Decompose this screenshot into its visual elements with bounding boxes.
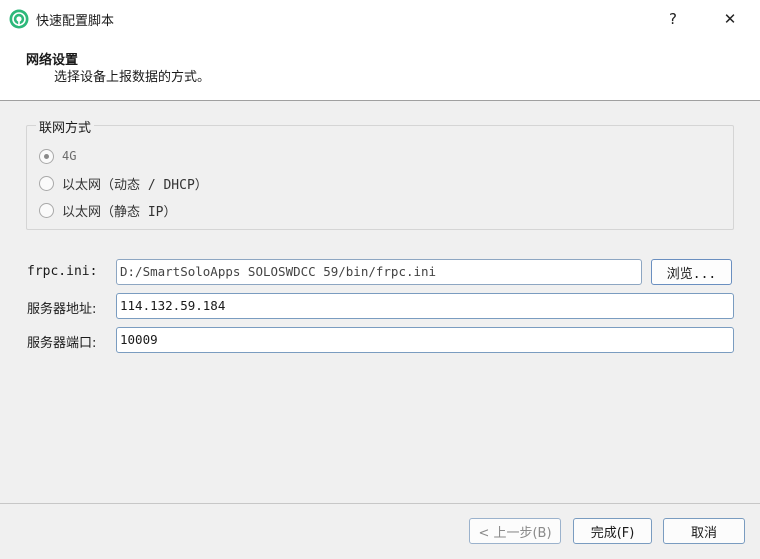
radio-unchecked-icon[interactable] — [39, 175, 54, 191]
page-header: 网络设置 选择设备上报数据的方式。 — [0, 38, 760, 101]
server-address-input[interactable]: 114.132.59.184 — [116, 293, 734, 319]
help-button[interactable]: ? — [650, 0, 696, 38]
radio-label: 以太网（动态 / DHCP） — [62, 177, 208, 193]
close-button[interactable]: ✕ — [707, 0, 753, 38]
radio-ethernet-static[interactable]: 以太网（静态 IP） — [39, 200, 176, 220]
radio-label: 4G — [62, 149, 77, 163]
server-port-label: 服务器端口: — [27, 336, 97, 351]
radio-unchecked-icon[interactable] — [39, 202, 54, 218]
back-button[interactable]: < 上一步(B) — [469, 518, 561, 544]
frpc-label: frpc.ini: — [27, 264, 98, 279]
app-icon — [9, 9, 29, 29]
radio-checked-icon[interactable] — [39, 148, 54, 164]
radio-ethernet-dhcp[interactable]: 以太网（动态 / DHCP） — [39, 173, 208, 193]
title-bar: 快速配置脚本 ? ✕ — [0, 0, 760, 38]
frpc-path-field[interactable]: D:/SmartSoloApps SOLOSWDCC 59/bin/frpc.i… — [116, 259, 642, 285]
footer-divider — [0, 503, 760, 504]
window-title: 快速配置脚本 — [36, 14, 115, 29]
server-address-label: 服务器地址: — [27, 302, 97, 317]
server-port-input[interactable]: 10009 — [116, 327, 734, 353]
page-subtitle: 选择设备上报数据的方式。 — [54, 70, 211, 85]
radio-label: 以太网（静态 IP） — [62, 204, 177, 220]
radio-4g[interactable]: 4G — [39, 146, 76, 166]
finish-button[interactable]: 完成(F) — [573, 518, 652, 544]
cancel-button[interactable]: 取消 — [663, 518, 745, 544]
browse-button[interactable]: 浏览... — [651, 259, 732, 285]
network-mode-group-label: 联网方式 — [36, 117, 95, 136]
